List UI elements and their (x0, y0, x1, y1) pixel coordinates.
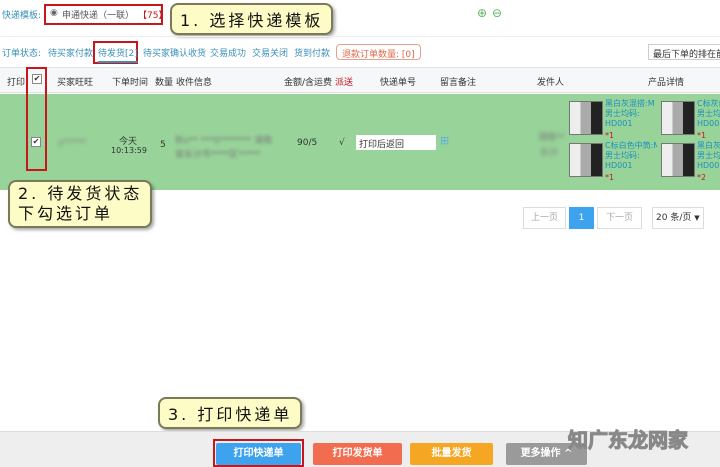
expand-icon[interactable]: ⊕ (477, 6, 487, 20)
dropdown-arrow-icon: ▼ (694, 214, 700, 222)
col-delivery: 派送 (335, 78, 354, 88)
col-sender: 发件人 (537, 78, 565, 88)
refund-count-button[interactable]: 退款订单数量: [0] (336, 44, 421, 60)
tab-success[interactable]: 交易成功 (210, 46, 246, 59)
product-item[interactable]: 黑白灰混搭:M 男士均码: HD001 *1 (569, 99, 657, 143)
col-buyer: 买家旺旺 (57, 78, 94, 88)
tab-awaiting-payment[interactable]: 待买家付款 (48, 46, 93, 59)
template-label: 快递模板: (2, 11, 42, 21)
delivered-check: √ (339, 138, 345, 148)
product-image (661, 143, 695, 177)
order-time: 10:13:59 (111, 146, 147, 155)
add-note-icon[interactable]: ⊞ (440, 134, 449, 147)
product-item[interactable]: C标灰织:M男士均码:HD001*1 (661, 99, 720, 143)
order-qty: 5 (160, 140, 166, 150)
col-tracking: 快递单号 (380, 78, 417, 88)
callout-step3: 3. 打印快递单 (158, 397, 303, 429)
buyer-name: y***** (58, 138, 86, 148)
tab-cod[interactable]: 货到付款 (294, 46, 330, 59)
template-radio[interactable]: ◉ (50, 8, 58, 18)
collapse-icon[interactable]: ⊖ (492, 6, 502, 20)
order-checkbox[interactable]: ✔ (31, 137, 41, 147)
page-1-button[interactable]: 1 (569, 207, 594, 229)
template-count: 【75】 (138, 11, 168, 21)
product-item[interactable]: C标白色中筒:M 男士均码: HD001 *1 (569, 141, 657, 185)
prev-page-button[interactable]: 上一页 (523, 207, 566, 229)
template-option[interactable]: 申通快递（一联） (62, 8, 134, 21)
col-qty: 数量 (155, 78, 174, 88)
next-page-button[interactable]: 下一页 (597, 207, 642, 229)
watermark: 知广东龙网家 (568, 428, 689, 453)
status-label: 订单状态: (2, 49, 42, 59)
product-image (569, 143, 603, 177)
per-page-select[interactable]: 20 条/页 ▼ (652, 207, 704, 229)
tracking-input[interactable]: 打印后返回 (356, 135, 436, 150)
callout-step2: 2. 待发货状态 下勾选订单 (8, 180, 153, 228)
col-time: 下单时间 (112, 78, 149, 88)
print-express-button[interactable]: 打印快递单 (216, 443, 301, 465)
sender-line1: 湖南** (538, 133, 566, 143)
tab-awaiting-confirm[interactable]: 待买家确认收货 (143, 46, 206, 59)
batch-ship-button[interactable]: 批量发货 (410, 443, 493, 465)
col-print: 打印 (7, 78, 26, 88)
address-line2: 省长沙市****区***** (175, 150, 261, 160)
product-image (661, 101, 695, 135)
tab-closed[interactable]: 交易关闭 (252, 46, 288, 59)
col-note: 留言备注 (440, 78, 477, 88)
highlight-box (26, 67, 47, 171)
sort-select[interactable]: 最后下单的排在前面 (648, 44, 720, 60)
print-delivery-button[interactable]: 打印发货单 (313, 443, 402, 465)
order-amount: 90/5 (297, 138, 318, 148)
sender-line2: 长沙 (540, 148, 559, 158)
col-amount: 金额/含运费 (284, 78, 333, 88)
tab-awaiting-shipment[interactable]: 待发货[2] (98, 46, 138, 63)
callout-step1: 1. 选择快递模板 (170, 3, 334, 35)
col-products: 产品详情 (648, 78, 685, 88)
product-item[interactable]: 黑白灰混搭:M男士均码:HD001*2 (661, 141, 720, 185)
product-image (569, 101, 603, 135)
address-line1: 秋s** ***0******* 湖南 (175, 136, 273, 146)
col-address: 收件信息 (176, 78, 213, 88)
